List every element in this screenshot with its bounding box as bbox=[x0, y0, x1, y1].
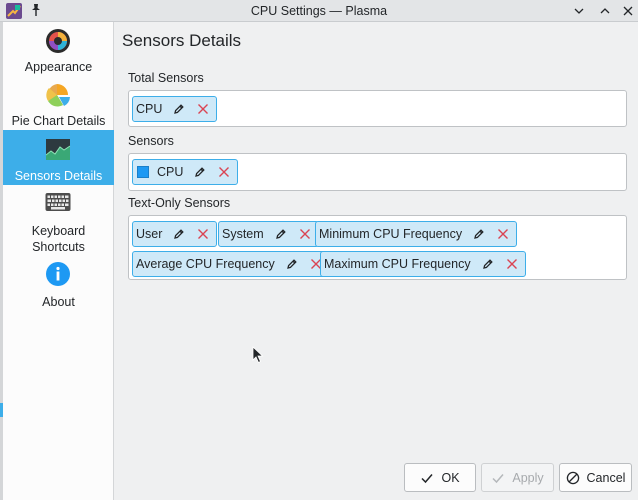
sidebar: Appearance Pie Chart Details Sensors Det… bbox=[3, 22, 114, 500]
sidebar-item-label-line2: Shortcuts bbox=[32, 240, 85, 254]
remove-icon[interactable] bbox=[495, 226, 511, 242]
cancel-icon bbox=[566, 471, 579, 484]
chip-label: Minimum CPU Frequency bbox=[319, 227, 463, 241]
checkmark-icon bbox=[421, 473, 434, 483]
sidebar-item-label: Sensors Details bbox=[14, 169, 103, 183]
ok-button[interactable]: OK bbox=[404, 463, 476, 492]
color-swatch[interactable] bbox=[137, 166, 149, 178]
sensor-chip-average-cpu-frequency[interactable]: Average CPU Frequency bbox=[132, 251, 330, 277]
remove-icon[interactable] bbox=[216, 164, 232, 180]
cancel-button[interactable]: Cancel bbox=[559, 463, 632, 492]
appearance-icon bbox=[46, 29, 70, 53]
chip-label: Maximum CPU Frequency bbox=[324, 257, 471, 271]
sensors-chart-icon bbox=[45, 139, 71, 160]
sidebar-item-keyboard-shortcuts[interactable]: Keyboard Shortcuts bbox=[3, 185, 114, 255]
remove-icon[interactable] bbox=[195, 226, 211, 242]
sidebar-item-about[interactable]: About bbox=[3, 258, 114, 310]
checkmark-icon bbox=[492, 473, 504, 483]
chip-label: User bbox=[136, 227, 163, 241]
edit-icon[interactable] bbox=[480, 256, 496, 272]
edit-icon[interactable] bbox=[471, 226, 487, 242]
sensor-chip-maximum-cpu-frequency[interactable]: Maximum CPU Frequency bbox=[320, 251, 526, 277]
edit-icon[interactable] bbox=[171, 101, 187, 117]
remove-icon[interactable] bbox=[504, 256, 520, 272]
mouse-cursor-icon bbox=[252, 346, 264, 364]
sensor-chip-minimum-cpu-frequency[interactable]: Minimum CPU Frequency bbox=[315, 221, 518, 247]
window-title: CPU Settings — Plasma bbox=[250, 4, 388, 18]
edit-icon[interactable] bbox=[171, 226, 187, 242]
title-bar: CPU Settings — Plasma bbox=[0, 0, 638, 22]
sensor-chip-cpu-colored[interactable]: CPU bbox=[132, 159, 239, 185]
edit-icon[interactable] bbox=[273, 226, 289, 242]
text-only-sensors-box[interactable]: User System Minimum CPU Frequency Averag… bbox=[128, 215, 627, 280]
cancel-button-label: Cancel bbox=[586, 470, 626, 485]
total-sensors-box[interactable]: CPU bbox=[128, 90, 627, 127]
text-only-sensors-label: Text-Only Sensors bbox=[128, 196, 231, 210]
sidebar-item-label: About bbox=[42, 295, 75, 309]
sidebar-item-label: Appearance bbox=[24, 60, 93, 74]
sidebar-item-label-line1: Keyboard bbox=[31, 224, 86, 238]
close-icon[interactable] bbox=[620, 3, 636, 19]
main-panel: Sensors Details Total Sensors CPU Sensor… bbox=[115, 22, 638, 500]
minimize-icon[interactable] bbox=[571, 3, 587, 19]
chip-label: CPU bbox=[157, 165, 184, 179]
ok-button-label: OK bbox=[441, 470, 460, 485]
sidebar-item-pie-chart-details[interactable]: Pie Chart Details bbox=[3, 74, 114, 129]
edit-icon[interactable] bbox=[284, 256, 300, 272]
chip-label: CPU bbox=[136, 102, 163, 116]
keyboard-icon bbox=[45, 193, 71, 211]
apply-button[interactable]: Apply bbox=[481, 463, 554, 492]
page-title: Sensors Details bbox=[122, 31, 242, 50]
apply-button-label: Apply bbox=[512, 470, 544, 485]
sidebar-item-label: Pie Chart Details bbox=[11, 114, 106, 128]
pie-chart-icon bbox=[46, 84, 70, 107]
edit-icon[interactable] bbox=[192, 164, 208, 180]
remove-icon[interactable] bbox=[195, 101, 211, 117]
sensor-chip-cpu[interactable]: CPU bbox=[132, 96, 218, 122]
sensor-chip-system[interactable]: System bbox=[218, 221, 319, 247]
info-icon bbox=[46, 262, 70, 286]
sensors-label: Sensors bbox=[128, 134, 174, 148]
sidebar-item-appearance[interactable]: Appearance bbox=[3, 22, 114, 74]
sidebar-item-sensors-details[interactable]: Sensors Details bbox=[3, 130, 114, 185]
chip-label: Average CPU Frequency bbox=[136, 257, 275, 271]
remove-icon[interactable] bbox=[297, 226, 313, 242]
sensor-chip-user[interactable]: User bbox=[132, 221, 218, 247]
sensors-box[interactable]: CPU bbox=[128, 153, 627, 191]
maximize-icon[interactable] bbox=[597, 3, 613, 19]
total-sensors-label: Total Sensors bbox=[128, 71, 204, 85]
chip-label: System bbox=[222, 227, 264, 241]
